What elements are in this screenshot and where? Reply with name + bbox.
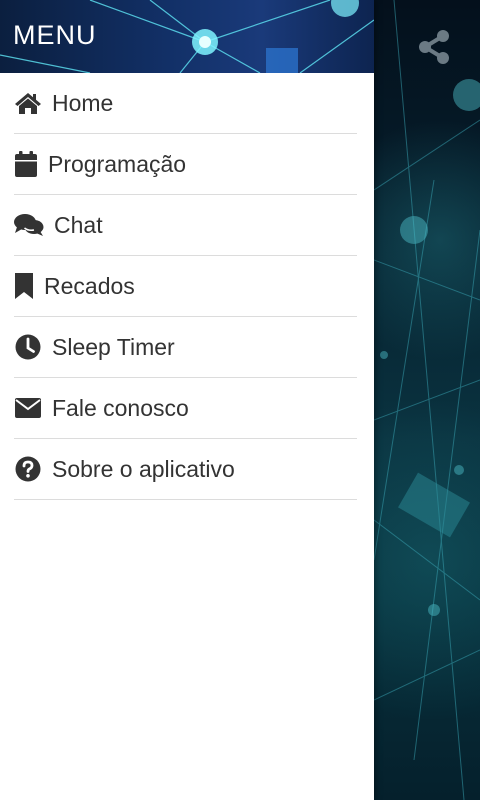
bookmark-icon [14,272,34,300]
menu-item-chat[interactable]: Chat [14,195,357,256]
share-icon [419,30,449,64]
envelope-icon [14,394,42,422]
menu-item-label: Chat [54,211,103,238]
menu-item-home[interactable]: Home [14,73,357,134]
app-screen: MENU Home Programação Chat Recados Sleep… [0,0,480,800]
menu-item-label: Fale conosco [52,394,189,421]
menu-item-label: Programação [48,150,187,177]
network-background-image [374,0,480,800]
navigation-drawer: MENU Home Programação Chat Recados Sleep… [0,0,374,800]
home-icon [14,89,42,117]
menu-item-sleep-timer[interactable]: Sleep Timer [14,317,357,378]
menu-item-sobre[interactable]: Sobre o aplicativo [14,439,357,500]
drawer-header: MENU [0,0,374,73]
menu-item-recados[interactable]: Recados [14,256,357,317]
menu-item-fale-conosco[interactable]: Fale conosco [14,378,357,439]
menu-item-label: Sobre o aplicativo [52,455,235,482]
menu-list: Home Programação Chat Recados Sleep Time… [0,73,374,500]
clock-icon [14,333,42,361]
calendar-icon [14,150,38,178]
question-circle-icon [14,455,42,483]
chat-icon [14,211,44,239]
menu-item-label: Recados [44,272,135,299]
menu-item-programacao[interactable]: Programação [14,134,357,195]
share-button[interactable] [414,27,454,67]
menu-item-label: Sleep Timer [52,333,175,360]
menu-item-label: Home [52,89,114,116]
drawer-title: MENU [13,20,97,50]
